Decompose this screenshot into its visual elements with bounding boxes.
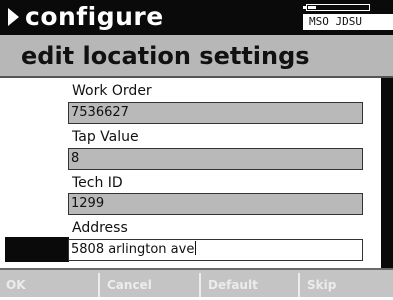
tap-value-label: Tap Value [72,129,139,145]
text-cursor [195,241,197,255]
play-arrow-icon [8,8,19,26]
menu-title: configure [25,2,164,31]
battery-level [308,6,316,9]
battery-icon [303,4,370,11]
brand-label: MSO JDSU [303,14,393,30]
address-field[interactable]: 5808 arlington ave [68,239,363,261]
ok-button[interactable]: OK [6,270,26,297]
default-button[interactable]: Default [208,270,258,297]
softkey-separator [199,273,201,297]
page-header: edit location settings [0,35,393,78]
address-value: 5808 arlington ave [71,242,195,257]
softkey-bar: OK Cancel Default Skip [0,270,393,297]
skip-button[interactable]: Skip [307,270,336,297]
battery-tip [303,6,306,9]
selection-marker [5,237,69,262]
softkey-separator [298,273,300,297]
work-order-field[interactable]: 7536627 [68,102,363,124]
top-bar: configure MSO JDSU [0,0,393,35]
tap-value-field[interactable]: 8 [68,148,363,170]
scrollbar[interactable] [381,78,393,268]
page-title: edit location settings [21,42,310,70]
tech-id-field[interactable]: 1299 [68,193,363,215]
work-order-label: Work Order [72,83,152,99]
softkey-separator [98,273,100,297]
address-label: Address [72,220,128,236]
cancel-button[interactable]: Cancel [107,270,152,297]
tech-id-label: Tech ID [72,175,123,191]
